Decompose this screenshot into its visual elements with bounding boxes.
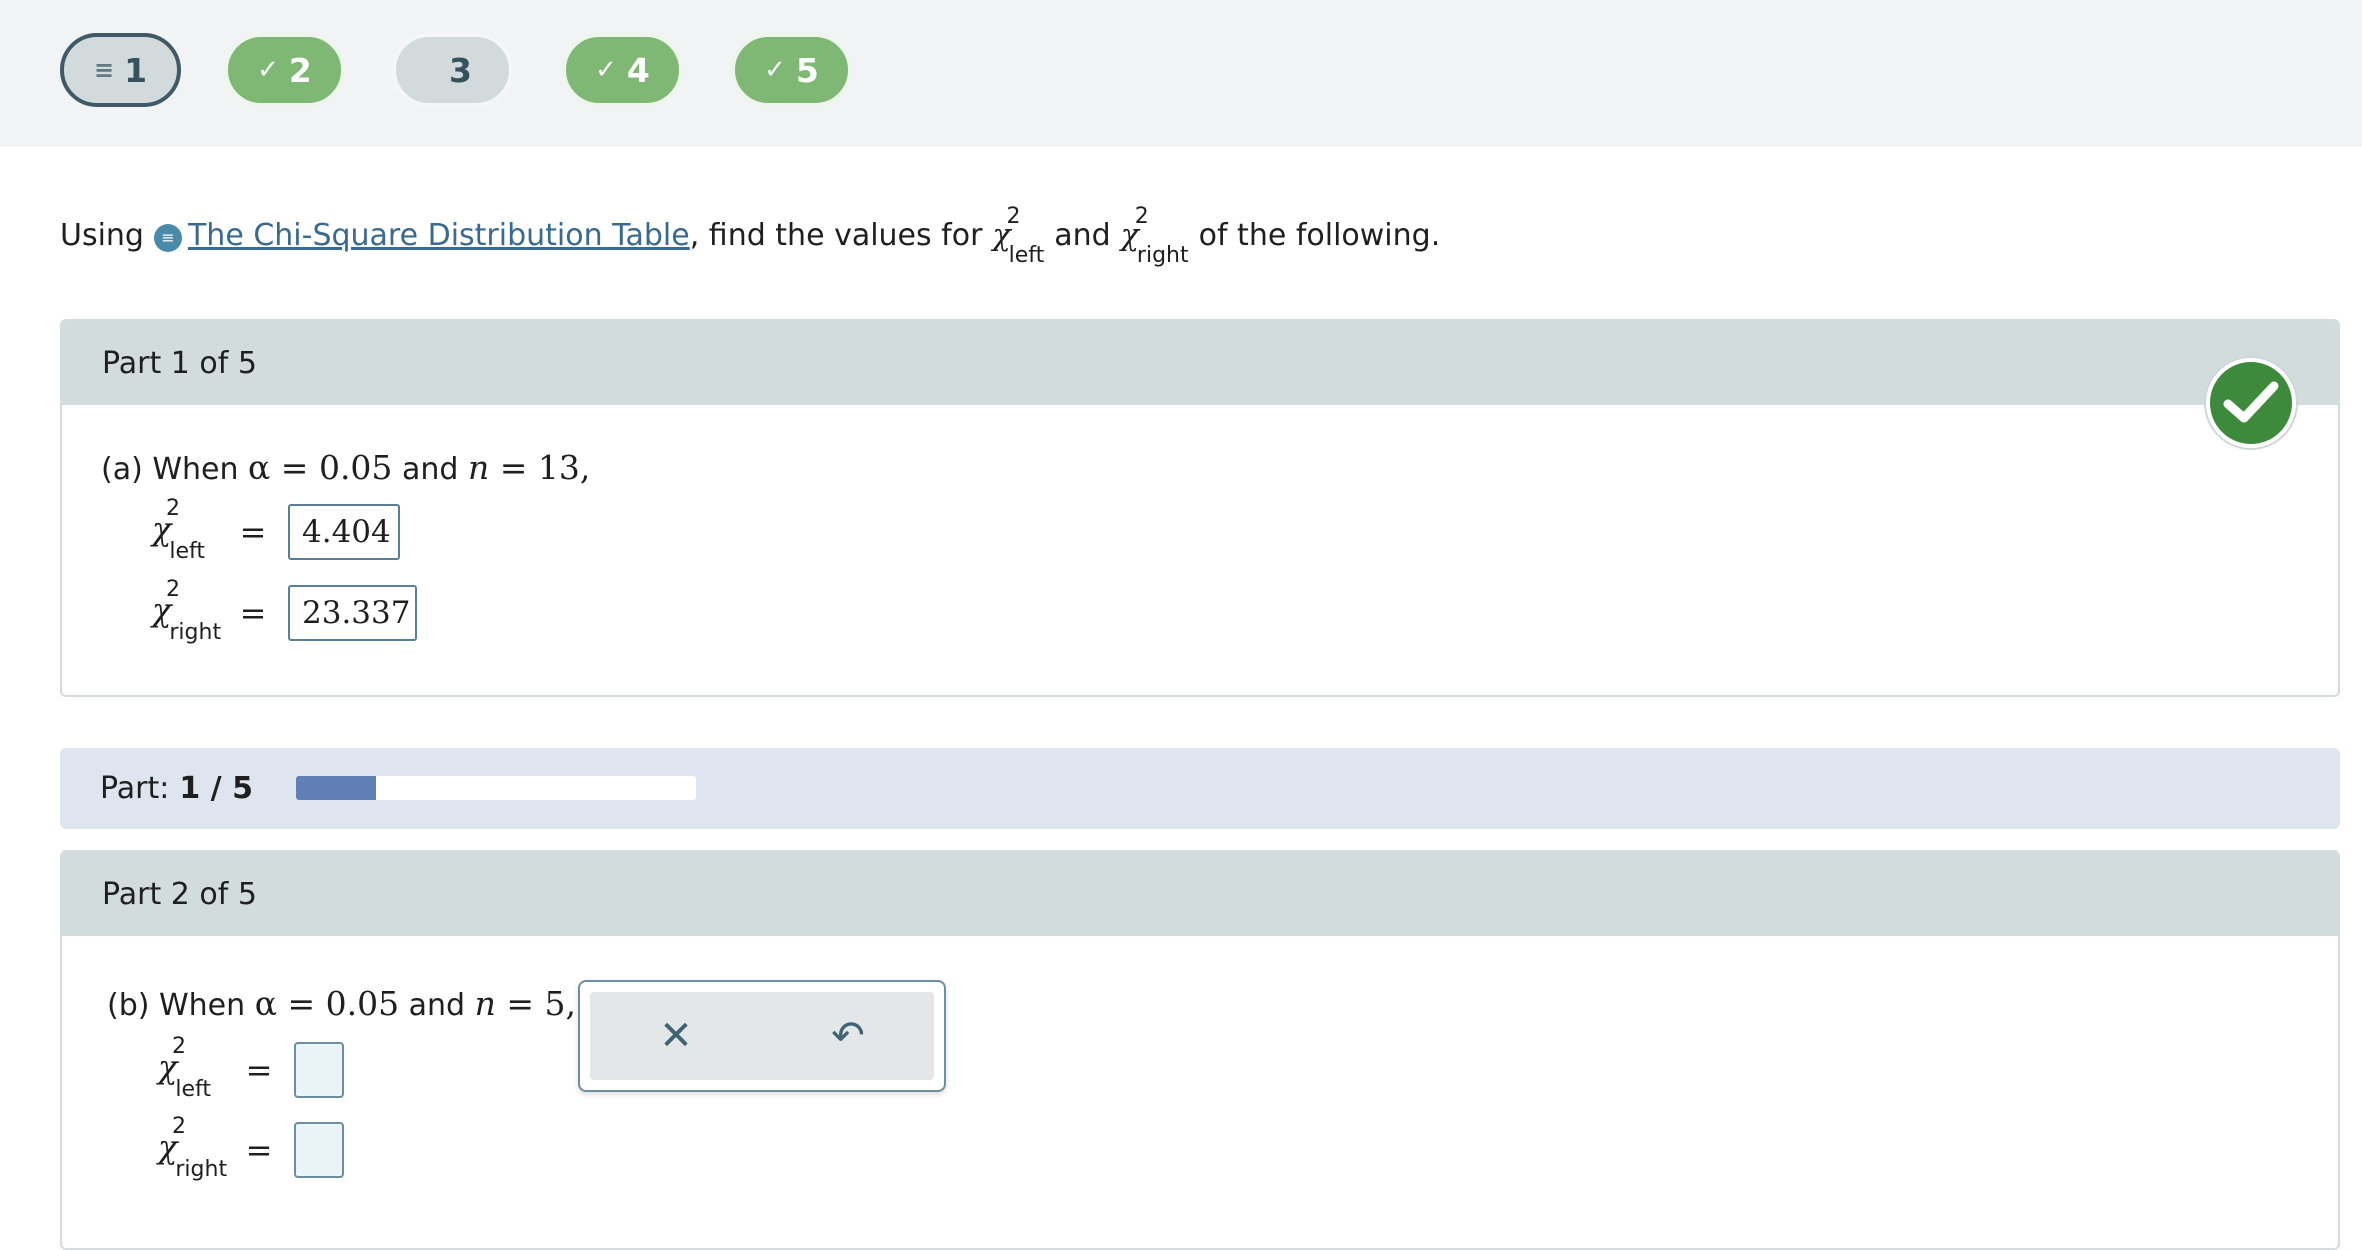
- chi-right-symbol: χ 2 right: [1120, 204, 1189, 268]
- part-progress: Part: 1 / 5: [60, 748, 2340, 829]
- check-icon: ✓: [257, 55, 279, 85]
- chi-left-symbol: χ 2 left: [992, 204, 1045, 268]
- part-2-panel: Part 2 of 5: [60, 850, 2340, 1250]
- question-1-button[interactable]: ≡ 1: [60, 33, 181, 107]
- question-5-button[interactable]: ✓ 5: [731, 33, 852, 107]
- chi-right-answer[interactable]: 23.337: [288, 585, 417, 641]
- equals-sign: =: [245, 1131, 273, 1169]
- chi-right-input[interactable]: [294, 1122, 344, 1178]
- question-number: 4: [626, 50, 650, 90]
- chi-right-label: χ 2 right: [158, 1114, 228, 1182]
- list-icon: ≡: [93, 56, 115, 84]
- part-2-left-row: χ 2 left =: [158, 1034, 344, 1102]
- equals-sign: =: [239, 594, 267, 632]
- part-2-right-row: χ 2 right =: [158, 1114, 344, 1182]
- question-prompt: Using ≡ The Chi-Square Distribution Tabl…: [60, 204, 1441, 268]
- part-1-right-row: χ 2 right = 23.337: [152, 577, 417, 645]
- answer-actions-bar: ✕ ↶: [590, 992, 934, 1080]
- book-icon[interactable]: ≡: [153, 224, 182, 252]
- equals-sign: =: [239, 513, 267, 551]
- progress-bar-fill: [296, 776, 376, 800]
- check-icon: ✓: [595, 55, 617, 85]
- close-icon[interactable]: ✕: [659, 1013, 693, 1059]
- progress-label: Part:: [100, 771, 170, 806]
- progress-bar: [296, 776, 696, 800]
- part-1-title: Part 1 of 5: [62, 321, 2338, 405]
- question-number: 5: [795, 50, 819, 90]
- question-2-button[interactable]: ✓ 2: [224, 33, 345, 107]
- question-nav: ≡ 1 ✓ 2 3 ✓ 4 ✓ 5: [0, 0, 2362, 147]
- chi-left-answer[interactable]: 4.404: [288, 504, 400, 560]
- question-4-button[interactable]: ✓ 4: [562, 33, 683, 107]
- chi-right-label: χ 2 right: [152, 577, 222, 645]
- prompt-text: , find the values for: [689, 218, 983, 253]
- chi-square-table-link[interactable]: The Chi-Square Distribution Table: [188, 218, 690, 253]
- chi-left-label: χ 2 left: [158, 1034, 212, 1102]
- equals-sign: =: [245, 1051, 273, 1089]
- chi-left-label: χ 2 left: [152, 496, 206, 564]
- correct-check-icon: [2206, 358, 2296, 448]
- question-number: 1: [124, 50, 148, 90]
- prompt-text: Using: [60, 218, 144, 253]
- progress-value: 1 / 5: [179, 771, 253, 806]
- question-number: 3: [449, 50, 472, 90]
- part-2-title: Part 2 of 5: [62, 852, 2338, 936]
- question-number: 2: [288, 50, 312, 90]
- part-1-left-row: χ 2 left = 4.404: [152, 496, 400, 564]
- chi-left-input[interactable]: [294, 1042, 344, 1098]
- part-2-question: (b) When α = 0.05 and n = 5,: [107, 984, 577, 1023]
- question-3-button[interactable]: 3: [392, 33, 513, 107]
- undo-icon[interactable]: ↶: [831, 1013, 865, 1059]
- prompt-text: and: [1054, 218, 1111, 253]
- part-1-question: (a) When α = 0.05 and n = 13,: [101, 448, 591, 487]
- prompt-text: of the following.: [1198, 218, 1441, 253]
- check-icon: ✓: [764, 55, 786, 85]
- answer-actions-popup: ✕ ↶: [578, 980, 946, 1092]
